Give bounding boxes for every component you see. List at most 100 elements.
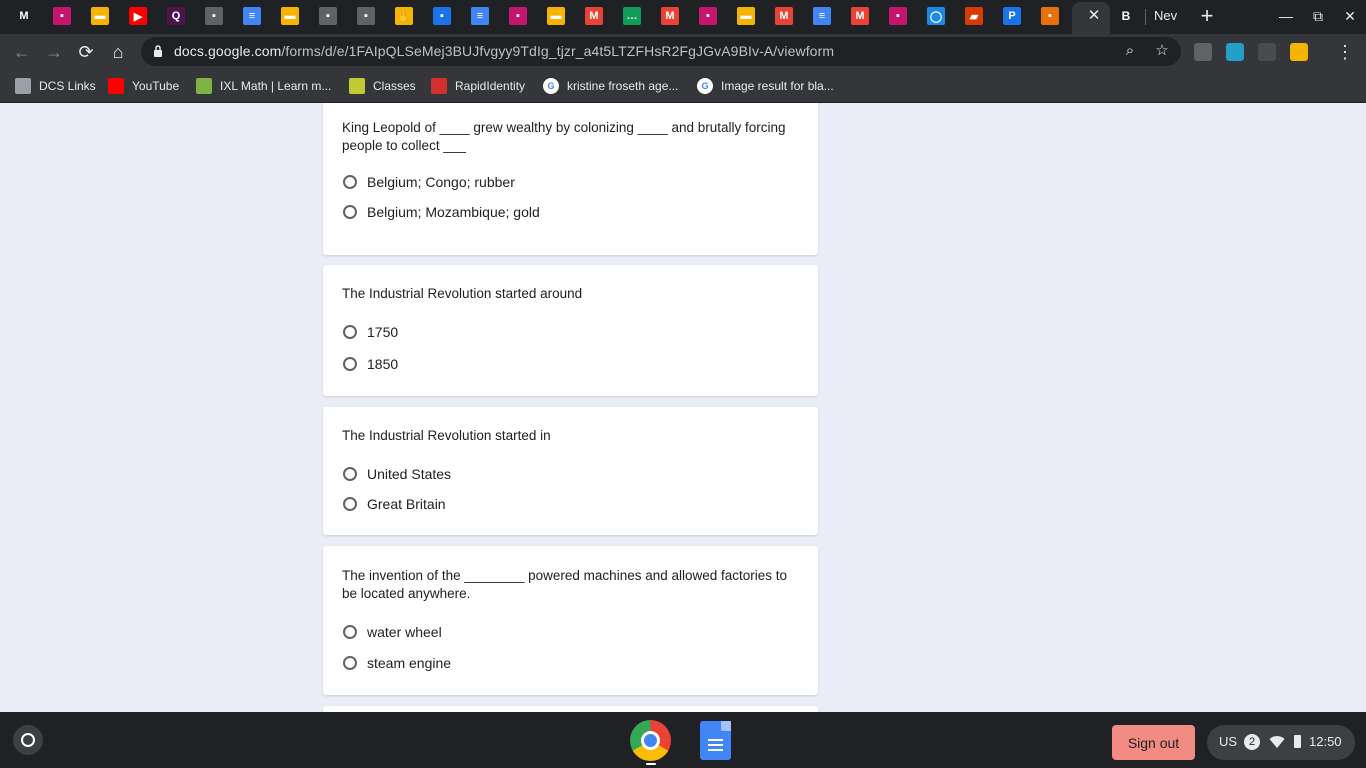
question-text: The invention of the ________ powered ma…	[342, 568, 788, 601]
classroom-icon[interactable]: ▪	[319, 7, 337, 25]
pearson-icon[interactable]: P	[1003, 7, 1021, 25]
circle-app-icon[interactable]: ◯	[927, 7, 945, 25]
notification-count-badge[interactable]: 2	[1244, 734, 1260, 750]
clock[interactable]: 12:50	[1309, 734, 1342, 749]
classroom-icon[interactable]: ▪	[357, 7, 375, 25]
launcher-button[interactable]	[13, 725, 43, 755]
youtube-icon[interactable]: ▶	[129, 7, 147, 25]
slides-icon[interactable]: ▬	[547, 7, 565, 25]
bookmark-item[interactable]: YouTube	[108, 76, 179, 96]
option-label[interactable]: 1750	[367, 324, 398, 340]
radio-option[interactable]: United States	[343, 464, 451, 484]
docs-app-icon[interactable]	[700, 721, 731, 760]
radio-button[interactable]	[343, 497, 357, 511]
classroom-assignment-icon[interactable]: ▪	[53, 7, 71, 25]
radio-option[interactable]: Great Britain	[343, 494, 446, 514]
classroom-assignment-icon[interactable]: ▪	[699, 7, 717, 25]
input-method-indicator[interactable]: US	[1219, 734, 1237, 749]
radio-option[interactable]: Belgium; Congo; rubber	[343, 172, 515, 192]
tab-b-icon[interactable]: B	[1117, 7, 1135, 25]
qr-extension-icon[interactable]	[1194, 43, 1212, 61]
tab-new-tab[interactable]: Nev	[1154, 8, 1177, 23]
gmail-m-icon[interactable]: M	[15, 7, 33, 25]
bookmark-item[interactable]: IXL Math | Learn m...	[196, 76, 331, 96]
bookmark-item[interactable]: G Image result for bla...	[697, 76, 834, 96]
option-label[interactable]: Great Britain	[367, 496, 446, 512]
option-label[interactable]: United States	[367, 466, 451, 482]
option-label[interactable]: Belgium; Mozambique; gold	[367, 204, 540, 220]
slides-icon[interactable]: ▬	[281, 7, 299, 25]
classroom-assignment-icon[interactable]: ▪	[509, 7, 527, 25]
bookmark-label: Image result for bla...	[721, 79, 834, 93]
back-button[interactable]: ←	[10, 40, 34, 64]
slides-icon[interactable]: ▬	[91, 7, 109, 25]
chrome-app-icon[interactable]	[630, 720, 671, 761]
running-indicator	[646, 763, 656, 765]
maximize-window-button[interactable]: ⧉	[1307, 6, 1329, 26]
option-label[interactable]: 1850	[367, 356, 398, 372]
gmail-icon[interactable]: M	[585, 7, 603, 25]
bookmark-label: RapidIdentity	[455, 79, 526, 93]
minimize-window-button[interactable]: —	[1275, 6, 1297, 26]
reload-button[interactable]: ⟳	[74, 40, 98, 64]
close-window-button[interactable]: ✕	[1339, 6, 1361, 26]
close-tab-icon[interactable]: ✕	[1086, 8, 1102, 24]
bookmark-item[interactable]: Gkristine froseth age...	[543, 76, 678, 96]
bookmark-label: IXL Math | Learn m...	[220, 79, 332, 93]
docs-icon[interactable]: ≡	[243, 7, 261, 25]
bookmark-item[interactable]: Classes	[349, 76, 416, 96]
bookmark-star-icon[interactable]: ☆	[1153, 42, 1171, 60]
bookmark-item[interactable]: RapidIdentity	[431, 76, 525, 96]
docs-icon[interactable]: ≡	[471, 7, 489, 25]
question-text: King Leopold of ____ grew wealthy by col…	[342, 120, 786, 153]
status-tray[interactable]: US 2 12:50	[1207, 725, 1355, 760]
gmail-icon[interactable]: M	[661, 7, 679, 25]
radio-button[interactable]	[343, 656, 357, 670]
quizlet-icon[interactable]: Q	[167, 7, 185, 25]
home-button[interactable]: ⌂	[106, 40, 130, 64]
tab-strip: M ▪ ▬ ▶ Q ▪ ≡ ▬ ▪ ▪ ✋ ▪ ≡ ▪ ▬ M … M ▪ ▬ M ≡ M ▪ ◯ ▰ P ▪ ✕ B Nev + —…	[0, 0, 1366, 34]
radio-option[interactable]: 1850	[343, 354, 398, 374]
hangouts-icon[interactable]: …	[623, 7, 641, 25]
contacts-icon[interactable]: ▪	[433, 7, 451, 25]
radio-option[interactable]: water wheel	[343, 622, 442, 642]
radio-button[interactable]	[343, 175, 357, 189]
new-tab-button[interactable]: +	[1196, 5, 1218, 27]
launcher-icon	[21, 733, 35, 747]
bookmark-label: DCS Links	[39, 79, 96, 93]
forward-button[interactable]: →	[42, 40, 66, 64]
extension-icon[interactable]: ✋	[395, 7, 413, 25]
address-bar[interactable]: docs.google.com/forms/d/e/1FAIpQLSeMej3B…	[141, 37, 1181, 66]
radio-option[interactable]: 1750	[343, 322, 398, 342]
slides-icon[interactable]: ▬	[737, 7, 755, 25]
sign-out-button[interactable]: Sign out	[1112, 725, 1195, 760]
radio-button[interactable]	[343, 325, 357, 339]
bookmark-item[interactable]: DCS Links	[15, 76, 96, 96]
gmail-icon[interactable]: M	[775, 7, 793, 25]
gmail-icon[interactable]: M	[851, 7, 869, 25]
radio-option[interactable]: steam engine	[343, 653, 451, 673]
option-label[interactable]: Belgium; Congo; rubber	[367, 174, 515, 190]
docs-icon[interactable]: ≡	[813, 7, 831, 25]
classroom-icon[interactable]: ▪	[205, 7, 223, 25]
radio-button[interactable]	[343, 467, 357, 481]
radio-button[interactable]	[343, 205, 357, 219]
option-label[interactable]: water wheel	[367, 624, 442, 640]
office-icon[interactable]: ▰	[965, 7, 983, 25]
cloud-extension-icon[interactable]	[1226, 43, 1244, 61]
lock-icon[interactable]	[153, 44, 163, 58]
option-label[interactable]: steam engine	[367, 655, 451, 671]
chromeos-shelf: Sign out US 2 12:50	[0, 712, 1366, 768]
classroom-assignment-icon[interactable]: ▪	[889, 7, 907, 25]
radio-button[interactable]	[343, 357, 357, 371]
url-text[interactable]: docs.google.com/forms/d/e/1FAIpQLSeMej3B…	[174, 43, 834, 59]
zoom-icon[interactable]: ⌕	[1121, 42, 1139, 60]
radio-button[interactable]	[343, 625, 357, 639]
hand-extension-icon[interactable]	[1290, 43, 1308, 61]
chrome-menu-icon[interactable]: ⋮	[1336, 40, 1354, 64]
question-card: The Industrial Revolution started in Unit…	[323, 407, 818, 535]
app-icon[interactable]: ▪	[1041, 7, 1059, 25]
form-page[interactable]: King Leopold of ____ grew wealthy by col…	[0, 103, 1366, 712]
grid-extension-icon[interactable]	[1258, 43, 1276, 61]
radio-option[interactable]: Belgium; Mozambique; gold	[343, 202, 540, 222]
